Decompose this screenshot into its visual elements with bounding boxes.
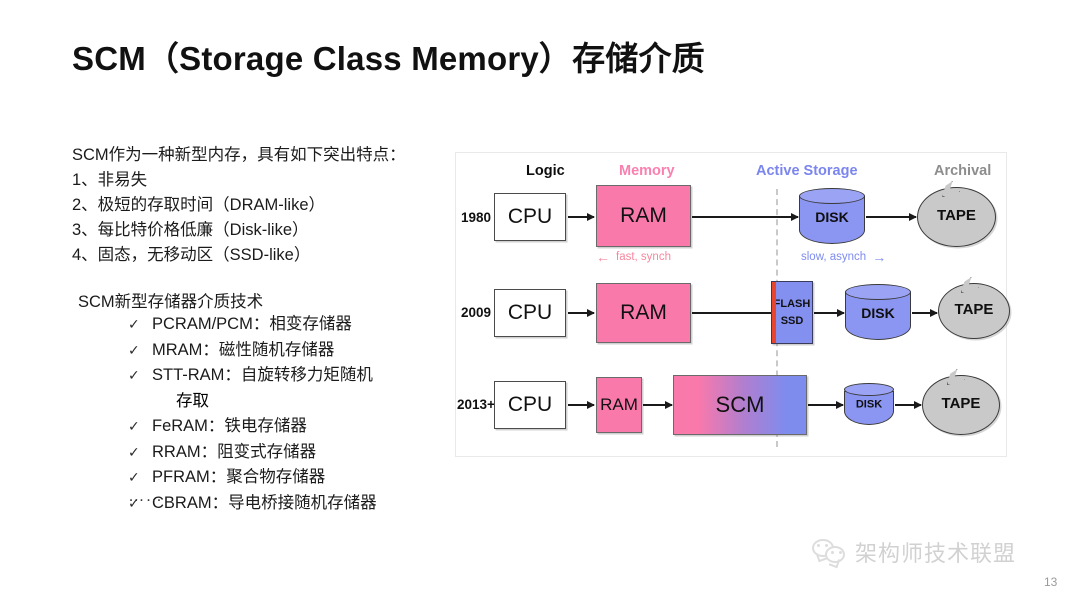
node-tape-label: TAPE <box>941 394 981 412</box>
arrow-cpu-ram-2013 <box>568 400 595 409</box>
tech-list: ✓ PCRAM/PCM：相变存储器 ✓ MRAM：磁性随机存储器 ✓ STT-R… <box>128 312 468 516</box>
line-ram-flash-2009 <box>692 312 771 314</box>
list-item: ✓ PFRAM：聚合物存储器 <box>128 465 468 491</box>
arrow-right-icon: → <box>872 249 887 265</box>
node-tape-1980: TAPE <box>917 181 996 247</box>
intro-item-1: 1、非易失 <box>72 171 148 189</box>
storage-hierarchy-diagram: Logic Memory Active Storage Archival 198… <box>455 152 1010 457</box>
arrow-scm-disk-2013 <box>808 400 844 409</box>
watermark: 架构师技术联盟 <box>812 536 1016 568</box>
check-icon: ✓ <box>128 341 140 358</box>
cylinder-top <box>799 188 865 204</box>
row-year-1980: 1980 <box>461 210 492 225</box>
tech-section-heading: SCM新型存储器介质技术 <box>78 293 264 311</box>
check-icon: ✓ <box>128 418 140 434</box>
row-year-2009: 2009 <box>461 305 492 320</box>
list-item: ✓ FeRAM：铁电存储器 <box>128 414 468 440</box>
node-tape-2009: TAPE <box>938 277 1010 339</box>
tech-item-label: FeRAM：铁电存储器 <box>152 417 307 435</box>
node-ram-1980: RAM <box>596 185 691 247</box>
check-icon: ✓ <box>128 367 140 383</box>
tech-item-label: MRAM：磁性随机存储器 <box>152 340 335 359</box>
annotation-slow-asynch: slow, asynch → <box>801 249 887 265</box>
page-number: 13 <box>1044 575 1058 589</box>
node-disk-2009: DISK <box>845 284 911 340</box>
watermark-text: 架构师技术联盟 <box>855 541 1017 566</box>
check-icon: ✓ <box>128 316 140 332</box>
tech-item-label: CBRAM：导电桥接随机存储器 <box>152 493 377 512</box>
tech-item-label: STT-RAM：自旋转移力矩随机 <box>152 366 373 384</box>
node-tape-2013: TAPE <box>922 369 1000 435</box>
tech-item-continuation: 存取 <box>176 391 209 410</box>
flash-label-line1: FLASH <box>773 297 811 310</box>
wechat-dot <box>831 551 834 554</box>
list-item: ✓ STT-RAM：自旋转移力矩随机 <box>128 363 468 389</box>
arrow-disk-tape-1980 <box>866 212 917 221</box>
intro-heading: SCM作为一种新型内存，具有如下突出特点： <box>72 146 406 164</box>
annotation-fast-synch: ← fast, synch <box>596 249 671 265</box>
check-icon: ✓ <box>128 443 140 460</box>
list-item: ✓ MRAM：磁性随机存储器 <box>128 338 468 364</box>
arrow-flash-disk-2009 <box>814 308 845 317</box>
wechat-dot <box>825 544 828 547</box>
intro-item-2: 2、极短的存取时间（DRAM-like） <box>72 196 326 214</box>
arrow-disk-tape-2009 <box>912 308 938 317</box>
arrow-left-icon: ← <box>596 249 610 265</box>
arrow-disk-tape-2013 <box>895 400 922 409</box>
page-title: SCM（Storage Class Memory）存储介质 <box>72 40 705 77</box>
wechat-icon <box>812 539 846 565</box>
list-item: ✓ PCRAM/PCM：相变存储器 <box>128 312 468 338</box>
tech-item-label: RRAM：阻变式存储器 <box>152 442 317 461</box>
node-ram-2009: RAM <box>596 283 691 343</box>
cylinder-top <box>845 284 911 300</box>
slide-root: SCM（Storage Class Memory）存储介质 SCM作为一种新型内… <box>0 0 1080 608</box>
node-cpu-2013: CPU <box>494 381 566 429</box>
arrow-ram-scm-2013 <box>643 400 673 409</box>
arrow-cpu-ram-2009 <box>568 308 595 317</box>
column-header-logic: Logic <box>526 163 565 179</box>
row-year-2013plus: 2013+ <box>457 397 495 412</box>
intro-item-4: 4、固态，无移动区（SSD-like） <box>72 246 311 264</box>
left-text-column: SCM作为一种新型内存，具有如下突出特点： 1、非易失 2、极短的存取时间（DR… <box>72 143 452 268</box>
list-ellipsis: …… <box>128 487 163 505</box>
tech-item-label: PFRAM：聚合物存储器 <box>152 468 326 486</box>
node-tape-label: TAPE <box>954 300 994 318</box>
fast-synch-label: fast, synch <box>616 251 671 263</box>
column-header-memory: Memory <box>619 163 675 179</box>
cylinder-top <box>844 383 894 396</box>
flash-stripe <box>772 282 776 343</box>
node-flash-ssd-2009: FLASH SSD <box>771 281 813 344</box>
slow-asynch-label: slow, asynch <box>801 251 867 263</box>
node-disk-label: DISK <box>815 208 849 225</box>
node-scm-2013: SCM <box>673 375 807 435</box>
intro-item-3: 3、每比特价格低廉（Disk-like） <box>72 221 309 239</box>
flash-label-line2: SSD <box>780 314 804 327</box>
arrow-ram-disk-1980 <box>692 212 799 221</box>
list-item: ✓ CBRAM：导电桥接随机存储器 <box>128 491 468 517</box>
wechat-bubble-small <box>825 546 845 563</box>
node-disk-label: DISK <box>861 304 895 321</box>
node-tape-label: TAPE <box>937 206 976 224</box>
node-disk-1980: DISK <box>799 188 865 244</box>
wechat-dot <box>839 551 842 554</box>
node-cpu-2009: CPU <box>494 289 566 337</box>
list-item: ✓ RRAM：阻变式存储器 <box>128 440 468 466</box>
arrow-cpu-ram-1980 <box>568 212 595 221</box>
node-cpu-1980: CPU <box>494 193 566 241</box>
column-header-active-storage: Active Storage <box>756 163 858 179</box>
node-disk-2013: DISK <box>844 383 894 425</box>
column-header-archival: Archival <box>934 163 992 179</box>
node-disk-label: DISK <box>855 398 883 411</box>
tech-item-label: PCRAM/PCM：相变存储器 <box>152 315 352 333</box>
wechat-dot <box>817 544 820 547</box>
node-ram-2013: RAM <box>596 377 642 433</box>
